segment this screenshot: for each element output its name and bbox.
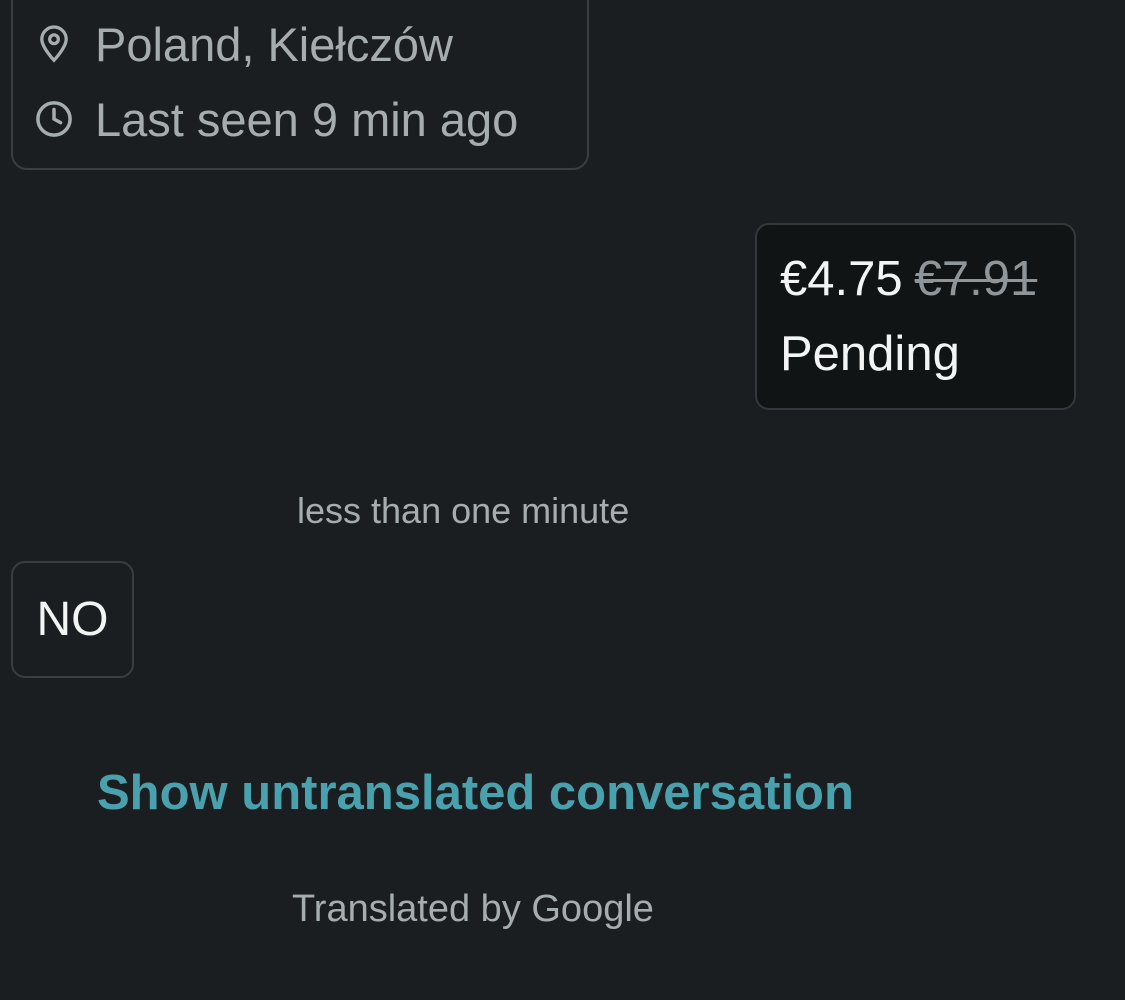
map-pin-icon	[35, 25, 73, 63]
last-seen-row: Last seen 9 min ago	[35, 84, 518, 154]
member-info-card: Poland, Kiełczów Last seen 9 min ago	[11, 0, 589, 170]
offer-message-bubble[interactable]: €4.75 €7.91 Pending	[755, 223, 1076, 410]
received-message-bubble[interactable]: NO	[11, 561, 134, 678]
message-timestamp: less than one minute	[297, 490, 630, 531]
show-untranslated-link[interactable]: Show untranslated conversation	[97, 765, 854, 821]
offer-new-price: €4.75	[780, 252, 903, 306]
clock-icon	[35, 100, 73, 138]
last-seen-text: Last seen 9 min ago	[95, 92, 519, 146]
message-text: NO	[36, 593, 109, 646]
offer-price-line: €4.75 €7.91	[780, 252, 1038, 307]
offer-status: Pending	[780, 327, 960, 381]
translation-attribution: Translated by Google	[292, 888, 654, 930]
location-text: Poland, Kiełczów	[95, 17, 453, 71]
location-row: Poland, Kiełczów	[35, 9, 453, 79]
offer-original-price: €7.91	[914, 252, 1038, 306]
